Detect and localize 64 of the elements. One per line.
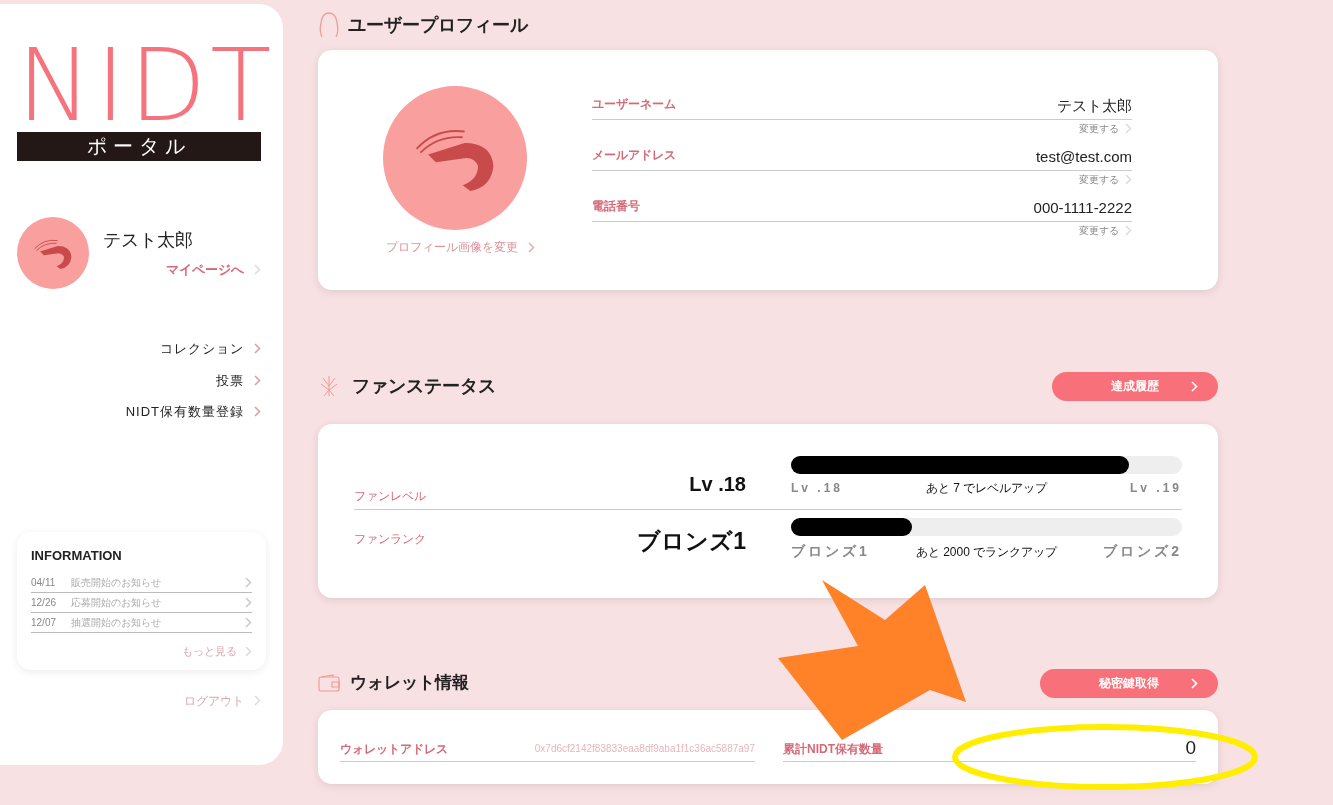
chevron-icon	[1125, 123, 1132, 134]
status-label: ファンレベル	[354, 488, 426, 505]
news-date: 04/11	[31, 576, 57, 590]
progress-note: あと 7 でレベルアップ	[925, 480, 1048, 497]
nav-link[interactable]: コレクション	[160, 339, 261, 359]
total-label: 累計NIDT保有数量	[783, 740, 883, 758]
chevron-icon	[245, 577, 252, 588]
section-title: ユーザープロフィール	[348, 13, 528, 37]
total-value: 0	[1185, 736, 1196, 761]
nav-link[interactable]: NIDT保有数量登録	[125, 402, 261, 422]
status-label: ファンランク	[354, 531, 426, 548]
field-label: 電話番号	[592, 198, 640, 215]
news-item[interactable]: 12/26 応募開始のお知らせ	[31, 593, 252, 613]
change-image-link[interactable]: プロフィール画像を変更	[385, 238, 535, 256]
logout-link[interactable]: ログアウト	[184, 691, 261, 710]
private-key-button[interactable]: 秘密鍵取得	[1040, 668, 1218, 698]
news-title: 販売開始のお知らせ	[71, 576, 162, 590]
chevron-icon	[1125, 225, 1132, 236]
mypage-link[interactable]: マイページへ	[166, 259, 261, 280]
news-date: 12/26	[31, 596, 58, 610]
chevron-icon	[245, 617, 252, 628]
field-label: ユーザーネーム	[592, 96, 676, 113]
chevron-icon	[527, 241, 535, 253]
history-button[interactable]: 達成履歴	[1052, 371, 1218, 401]
progress-start: Lv .18	[791, 480, 844, 497]
field-value: テスト太郎	[1057, 95, 1132, 116]
wallet-icon	[318, 674, 340, 692]
field-label: メールアドレス	[592, 147, 676, 164]
news-date: 12/07	[31, 616, 58, 630]
chevron-icon	[254, 264, 261, 275]
chevron-icon	[254, 695, 261, 706]
person-outline-icon	[318, 11, 340, 39]
progress-start: ブロンズ1	[791, 542, 870, 561]
chevron-icon	[1191, 380, 1198, 392]
chevron-icon	[254, 406, 261, 418]
wallet-address: 0x7d6cf2142f83833eaa8df9aba1f1c36ac5887a97	[534, 742, 755, 756]
progress-end: Lv .19	[1129, 480, 1182, 497]
nav-link[interactable]: 投票	[216, 370, 261, 390]
section-title: ファンステータス	[352, 374, 496, 398]
chevron-icon	[245, 645, 252, 657]
news-title: 抽選開始のお知らせ	[71, 616, 162, 630]
news-title: 応募開始のお知らせ	[71, 596, 162, 610]
chevron-icon	[1125, 174, 1132, 185]
status-value: Lv .18	[689, 472, 746, 497]
news-item[interactable]: 04/11 販売開始のお知らせ	[31, 573, 252, 593]
wallet-address-label: ウォレットアドレス	[340, 740, 448, 758]
information-title: INFORMATION	[31, 546, 123, 565]
progress-end: ブロンズ2	[1103, 542, 1182, 561]
chevron-icon	[245, 597, 252, 608]
section-title: ウォレット情報	[350, 672, 469, 695]
status-value: ブロンズ1	[637, 527, 746, 556]
change-link[interactable]: 変更する	[1079, 222, 1132, 239]
chevron-icon	[254, 343, 261, 355]
change-link[interactable]: 変更する	[1079, 120, 1132, 137]
field-value: 000-1111-2222	[1033, 197, 1132, 218]
logo-subtitle: ポータル	[17, 132, 261, 161]
change-link[interactable]: 変更する	[1079, 171, 1132, 188]
field-value: test@test.com	[1035, 146, 1132, 167]
chevron-icon	[1191, 677, 1198, 689]
more-link[interactable]: もっと見る	[31, 643, 252, 660]
progress-note: あと 2000 でランクアップ	[915, 543, 1058, 561]
chevron-icon	[254, 374, 261, 386]
news-item[interactable]: 12/07 抽選開始のお知らせ	[31, 613, 252, 633]
user-name: テスト太郎	[103, 228, 194, 252]
